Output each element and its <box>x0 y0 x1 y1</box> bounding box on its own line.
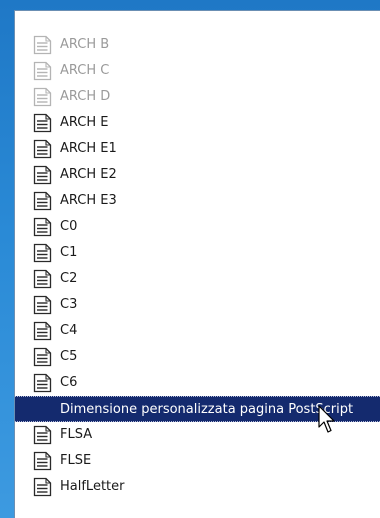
list-item-label: ARCH B <box>60 37 110 52</box>
list-item-label: FLSE <box>60 453 92 468</box>
document-icon <box>33 269 52 289</box>
document-icon <box>33 321 52 341</box>
list-item[interactable]: ARCH E3 <box>15 188 380 214</box>
document-icon <box>33 243 52 263</box>
list-item-label: HalfLetter <box>60 479 125 494</box>
list-item-label: C1 <box>60 245 78 260</box>
list-item[interactable]: ARCH D <box>15 84 380 110</box>
document-icon <box>33 451 52 471</box>
list-item-label: ARCH E3 <box>60 193 117 208</box>
document-icon <box>33 477 52 497</box>
document-icon <box>33 373 52 393</box>
list-item-label: C0 <box>60 219 78 234</box>
list-item-label: ARCH D <box>60 89 111 104</box>
document-icon <box>33 61 52 81</box>
list-item-label: C5 <box>60 349 78 364</box>
list-item[interactable]: ARCH E1 <box>15 136 380 162</box>
document-icon <box>33 35 52 55</box>
list-item[interactable]: FLSE <box>15 448 380 474</box>
list-item-label: FLSA <box>60 427 93 442</box>
list-item[interactable]: C5 <box>15 344 380 370</box>
document-icon <box>33 191 52 211</box>
list-item[interactable]: C3 <box>15 292 380 318</box>
document-icon <box>33 113 52 133</box>
list-item[interactable]: ARCH C <box>15 58 380 84</box>
list-item-label: Dimensione personalizzata pagina PostScr… <box>60 402 354 417</box>
list-item-label: C3 <box>60 297 78 312</box>
list-item[interactable]: C2 <box>15 266 380 292</box>
list-item-label: C6 <box>60 375 78 390</box>
document-icon <box>33 425 52 445</box>
document-icon <box>33 165 52 185</box>
document-icon <box>33 295 52 315</box>
mouse-pointer-icon <box>318 405 338 435</box>
list-item[interactable]: ARCH E <box>15 110 380 136</box>
document-icon <box>33 87 52 107</box>
list-item[interactable]: ARCH E2 <box>15 162 380 188</box>
list-item[interactable]: C1 <box>15 240 380 266</box>
list-item-label: C4 <box>60 323 78 338</box>
list-item-label: C2 <box>60 271 78 286</box>
document-icon <box>33 347 52 367</box>
list-item[interactable]: HalfLetter <box>15 474 380 500</box>
list-item[interactable]: ARCH B <box>15 32 380 58</box>
list-item-label: ARCH E <box>60 115 109 130</box>
list-item-label: ARCH E2 <box>60 167 117 182</box>
list-item[interactable]: C4 <box>15 318 380 344</box>
list-item[interactable]: C6 <box>15 370 380 396</box>
paper-size-list[interactable]: ARCH B ARCH C ARCH D ARCH E ARCH E1 ARCH E2 AR… <box>14 10 380 518</box>
list-item-label: ARCH E1 <box>60 141 117 156</box>
document-icon <box>33 217 52 237</box>
document-icon <box>33 139 52 159</box>
list-item[interactable]: C0 <box>15 214 380 240</box>
list-item-label: ARCH C <box>60 63 110 78</box>
